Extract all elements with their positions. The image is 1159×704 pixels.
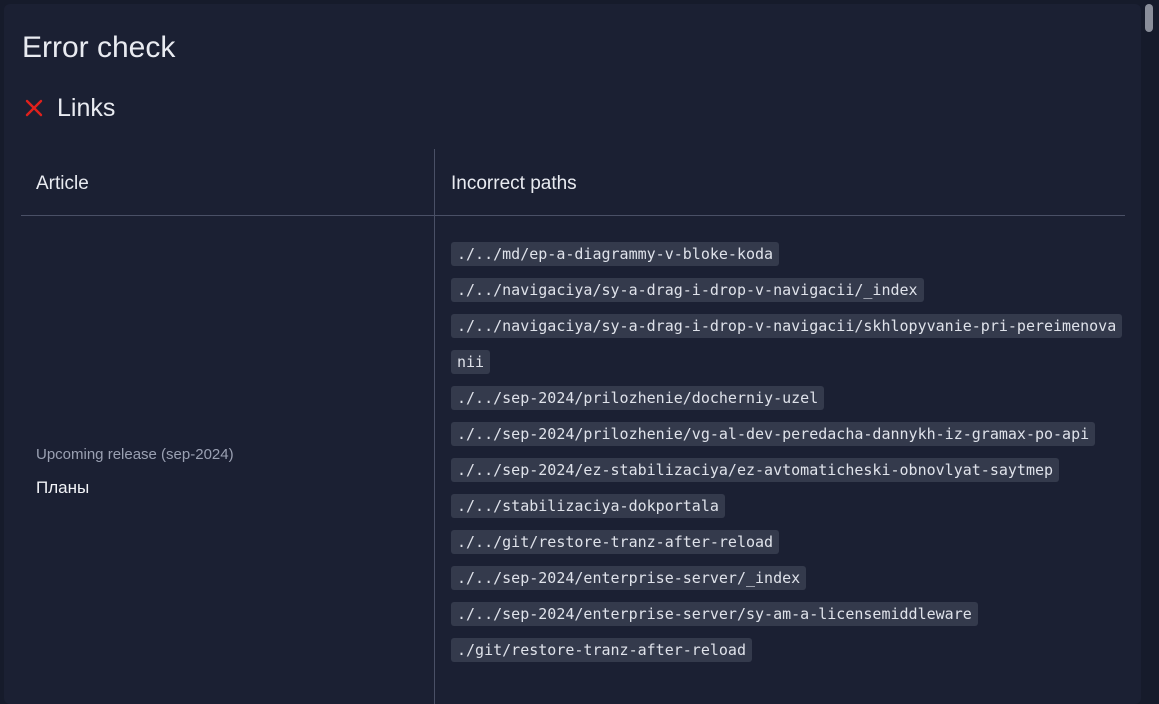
table-row: Upcoming release (sep-2024) Планы ./../m… [21,216,1125,704]
path-code: ./../sep-2024/enterprise-server/_index [451,566,807,590]
path-item: ./git/restore-tranz-after-reload [451,632,1121,668]
path-code: ./../md/ep-a-diagrammy-v-bloke-koda [451,242,780,266]
close-x-icon [25,99,43,117]
path-code: ./../sep-2024/prilozhenie/vg-al-dev-pere… [451,422,1096,446]
path-item: ./../sep-2024/ez-stabilizaciya/ez-avtoma… [451,452,1121,488]
path-item: ./../sep-2024/enterprise-server/sy-am-a-… [451,596,1121,632]
path-item: ./../stabilizaciya-dokportala [451,488,1121,524]
scrollbar-thumb[interactable] [1145,4,1153,32]
scrollbar-track[interactable] [1141,0,1159,700]
path-item: ./../git/restore-tranz-after-reload [451,524,1121,560]
path-item: ./../sep-2024/enterprise-server/_index [451,560,1121,596]
article-link[interactable]: Планы [36,478,234,498]
path-code: ./../sep-2024/enterprise-server/sy-am-a-… [451,602,978,626]
column-header-article: Article [36,173,89,194]
links-section-header: Links [24,93,115,123]
path-code: ./../navigaciya/sy-a-drag-i-drop-v-navig… [451,314,1123,374]
dialog-title: Error check [22,31,176,64]
error-check-dialog: Error check Links Article Incorrect path… [4,4,1141,704]
path-code: ./../stabilizaciya-dokportala [451,494,725,518]
path-item: ./../md/ep-a-diagrammy-v-bloke-koda [451,236,1121,272]
article-cell: Upcoming release (sep-2024) Планы [36,446,234,498]
path-item: ./../sep-2024/prilozhenie/vg-al-dev-pere… [451,416,1121,452]
table-header: Article Incorrect paths [21,149,1125,216]
column-header-incorrect-paths: Incorrect paths [451,173,577,194]
incorrect-paths-cell: ./../md/ep-a-diagrammy-v-bloke-koda ./..… [451,236,1123,668]
path-item: ./../sep-2024/prilozhenie/docherniy-uzel [451,380,1121,416]
path-code: ./../sep-2024/prilozhenie/docherniy-uzel [451,386,825,410]
article-category: Upcoming release (sep-2024) [36,446,234,463]
path-code: ./git/restore-tranz-after-reload [451,638,752,662]
section-label: Links [57,94,116,122]
path-code: ./../sep-2024/ez-stabilizaciya/ez-avtoma… [451,458,1060,482]
path-code: ./../navigaciya/sy-a-drag-i-drop-v-navig… [451,278,924,302]
path-item: ./../navigaciya/sy-a-drag-i-drop-v-navig… [451,272,1121,308]
path-code: ./../git/restore-tranz-after-reload [451,530,780,554]
errors-table: Article Incorrect paths Upcoming release… [21,149,1125,704]
path-item: ./../navigaciya/sy-a-drag-i-drop-v-navig… [451,308,1123,380]
